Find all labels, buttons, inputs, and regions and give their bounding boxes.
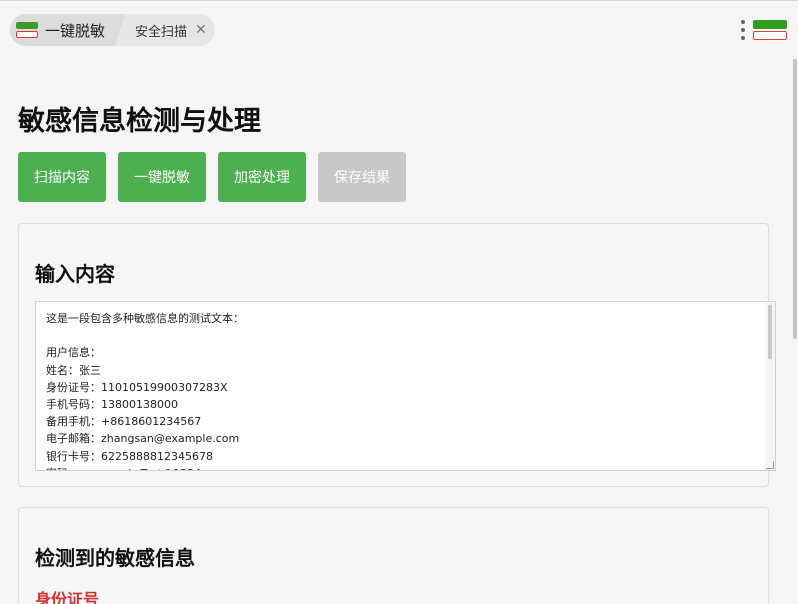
textarea-scrollbar-thumb[interactable]	[768, 305, 772, 359]
tab-bar: 一键脱敏 安全扫描 ✕	[10, 14, 215, 46]
top-right-controls	[740, 17, 788, 43]
app-window: 一键脱敏 安全扫描 ✕ 敏感信息检测与处理 扫描内容 一键脱敏 加密处理 保存结…	[0, 0, 798, 604]
tab-home[interactable]: 一键脱敏	[10, 14, 126, 46]
input-textarea-text[interactable]: 这是一段包含多种敏感信息的测试文本： 用户信息： 姓名：张三 身份证号：1101…	[36, 302, 775, 470]
detected-card: 检测到的敏感信息 身份证号	[18, 507, 769, 604]
tab-security-scan-label: 安全扫描	[135, 24, 188, 40]
category-id-number-label: 身份证号	[35, 590, 100, 604]
brand-logo-icon	[752, 17, 788, 43]
app-logo-icon	[14, 20, 40, 40]
save-button[interactable]: 保存结果	[318, 152, 406, 202]
detected-heading: 检测到的敏感信息	[35, 546, 195, 570]
tab-home-label: 一键脱敏	[45, 21, 106, 40]
action-toolbar: 扫描内容 一键脱敏 加密处理 保存结果	[18, 152, 418, 202]
page-title: 敏感信息检测与处理	[18, 106, 261, 137]
input-textarea[interactable]: 这是一段包含多种敏感信息的测试文本： 用户信息： 姓名：张三 身份证号：1101…	[35, 301, 776, 471]
scan-button[interactable]: 扫描内容	[18, 152, 106, 202]
input-card: 输入内容 这是一段包含多种敏感信息的测试文本： 用户信息： 姓名：张三 身份证号…	[18, 223, 776, 487]
input-heading: 输入内容	[35, 262, 115, 286]
resize-handle-icon[interactable]	[766, 461, 774, 469]
desensitize-button[interactable]: 一键脱敏	[118, 152, 206, 202]
textarea-scrollbar[interactable]	[765, 302, 775, 470]
page-scrollbar[interactable]	[792, 59, 798, 604]
close-icon[interactable]: ✕	[195, 22, 207, 38]
page-scrollbar-thumb[interactable]	[793, 59, 797, 339]
tab-security-scan[interactable]: 安全扫描 ✕	[115, 14, 215, 46]
encrypt-button[interactable]: 加密处理	[218, 152, 306, 202]
kebab-menu-icon[interactable]	[740, 18, 746, 42]
